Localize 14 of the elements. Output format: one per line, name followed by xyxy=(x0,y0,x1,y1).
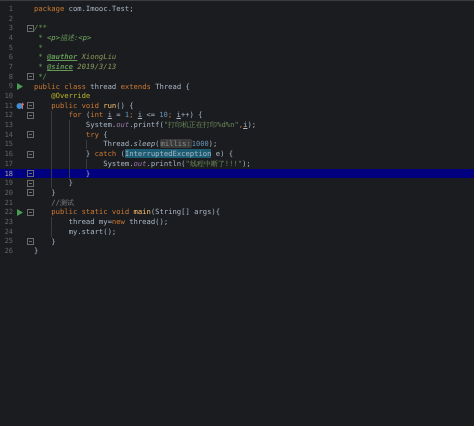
fold-icon[interactable] xyxy=(27,24,34,32)
fold-icon[interactable] xyxy=(27,189,34,196)
fold-icon[interactable] xyxy=(27,131,34,138)
fold-icon[interactable] xyxy=(27,208,34,216)
fold-icon[interactable] xyxy=(27,170,34,178)
override-icon[interactable] xyxy=(16,102,24,110)
fold-icon[interactable] xyxy=(27,150,34,158)
fold-icon[interactable] xyxy=(27,73,34,80)
run-icon[interactable] xyxy=(17,208,23,216)
fold-icon[interactable] xyxy=(27,112,34,119)
run-icon[interactable] xyxy=(17,82,23,90)
fold-icon[interactable] xyxy=(27,238,34,245)
fold-icon[interactable] xyxy=(27,102,34,110)
fold-icon[interactable] xyxy=(27,180,34,187)
